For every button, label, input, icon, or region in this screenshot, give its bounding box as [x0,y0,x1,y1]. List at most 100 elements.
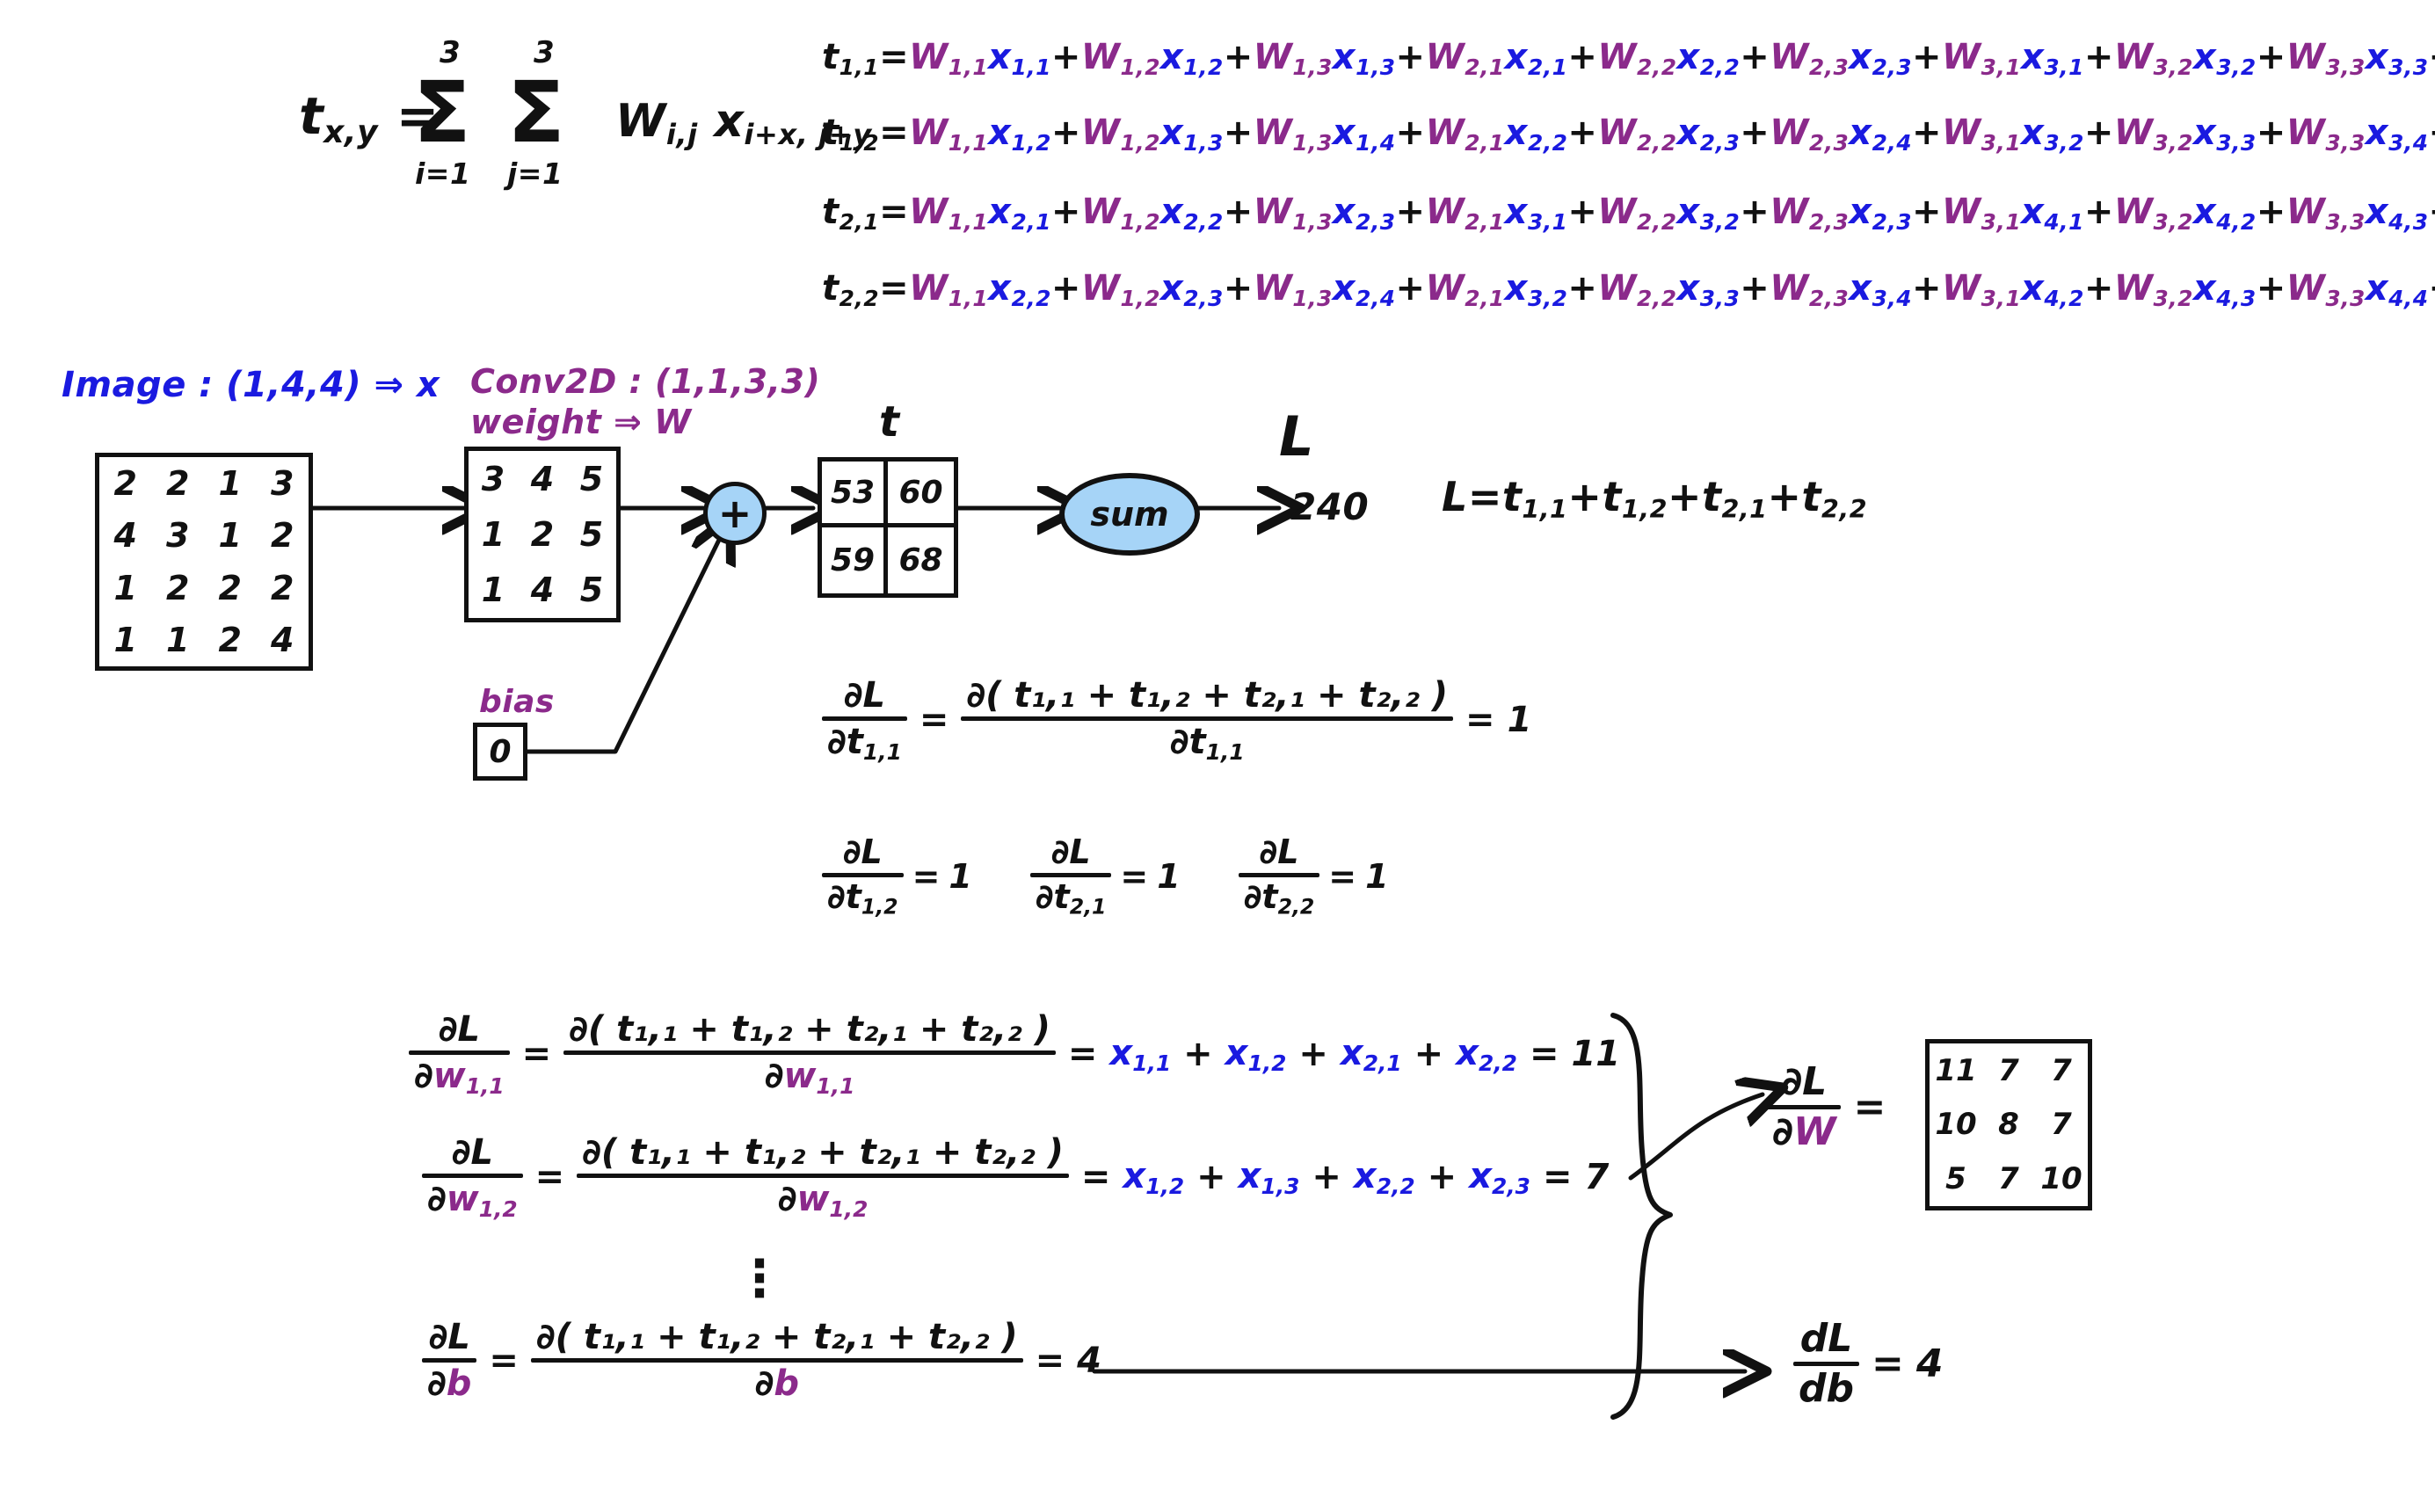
weight-term: W3,1 [1942,37,2021,80]
input-symbol: x [2021,268,2045,309]
dL-db-rhs-den: ∂b [750,1365,804,1402]
subscript: 2,3 [1808,54,1850,80]
expanded-equation-row: t2,1 = W1,1 x2,1 + W1,2 x2,2 + W1,3 x2,3 + … [822,192,2435,235]
formula-w: W [615,95,666,148]
dL-dw-rhs-den: ∂w1,1 [760,1058,861,1098]
weight-symbol: W [1425,268,1465,309]
input-symbol: x [988,192,1012,232]
formula-lhs-sub: x,y [323,114,379,151]
input-symbol: x [1225,1033,1248,1074]
subscript: 3,3 [2216,129,2257,156]
input-symbol: x [2365,37,2389,77]
subscript: 4,2 [2216,208,2257,235]
dL-dt-small-num: ∂L [1259,832,1299,871]
input-term: x4,2 [2193,192,2257,235]
t-matrix: 53 60 59 68 [818,457,958,598]
plus-sign: + [1395,37,1426,77]
input-symbol: x [1159,268,1184,309]
weight-term: W2,1 [1426,192,1505,235]
equation-lhs-symbol: t [822,113,840,153]
dL-dw-rhs-num: ∂( t₁,₁ + t₁,₂ + t₂,₁ + t₂,₂ ) [569,1009,1050,1050]
input-term: x2,2 [1354,1156,1415,1199]
dL-db-lhs-num: ∂L [428,1317,470,1357]
plus-sign: + [2256,113,2286,153]
dL-dw-lhs-den-w: w1,1 [432,1056,505,1099]
weight-term: W3,2 [2114,37,2193,80]
plus-sign: + [1196,1157,1226,1198]
dL-db-equals-1: = [489,1340,519,1381]
plus-symbol: + [717,490,752,537]
input-term: x2,2 [1505,113,1568,156]
matrix-value: 7 [1998,1052,2019,1088]
subscript: 3,4 [1872,285,1913,311]
matrix-value: 4 [271,621,294,660]
dL-dt-rhs-den: ∂t1,1 [1165,723,1250,764]
partial-symbol: ∂ [414,1056,433,1096]
subscript: 2,2 [1277,894,1315,920]
dL-dW-result-equation: ∂L ∂W = [1767,1061,1886,1152]
weight-term: W1,1 [909,113,988,156]
input-symbol: x [1504,113,1528,153]
plus-sign: + [1050,37,1081,77]
weight-symbol: W [1253,113,1293,153]
subscript: 2,3 [1872,54,1913,80]
subscript: 3,1 [2044,54,2084,80]
dL-dt-main-equation: ∂L ∂t1,1 = ∂( t₁,₁ + t₁,₂ + t₂,₁ + t₂,₂ … [822,677,1531,764]
dL-db-result-equation: dL db = 4 [1793,1318,1944,1409]
image-matrix: 2213431212221124 [95,453,313,671]
input-term: x2,2 [1456,1033,1517,1076]
t-matrix-value: 59 [830,542,876,578]
dL-dw-lhs-fraction: ∂L ∂w1,2 [422,1134,523,1221]
input-term: x2,1 [1505,37,1568,80]
weight-symbol: W [1080,268,1121,309]
subscript: 3,3 [2325,54,2366,80]
matrix-value: 7 [2051,1107,2072,1143]
input-symbol: x [2192,192,2217,232]
weight-symbol: W [2286,37,2326,77]
subscript: 2,2 [1637,129,1677,156]
input-symbol: x [2192,268,2217,309]
weight-symbol: W [1942,37,1981,77]
equals-sign: = [879,113,910,153]
sigma-2-bottom: j=1 [507,156,563,191]
weight-symbol: W [1253,192,1293,232]
input-symbol: x [1456,1033,1479,1074]
dL-dw-lhs-den: ∂w1,1 [409,1058,510,1098]
plus-sign: + [1050,113,1081,153]
matrix-value: 11 [1935,1052,1977,1088]
input-term: x3,2 [2021,113,2084,156]
weight-term: W1,3 [1254,37,1333,80]
plus-sign: + [1395,268,1426,309]
equals-sign: = [1328,857,1357,897]
weight-term: W2,1 [1426,113,1505,156]
weight-term: W1,2 [1081,192,1160,235]
subscript: 3,3 [2325,129,2366,156]
matrix-value: 1 [218,516,242,556]
dL-dt-small-den: ∂t1,2 [822,879,904,918]
weight-term: W3,2 [2114,192,2193,235]
matrix-value: 7 [2051,1052,2072,1088]
weight-symbol: W [1770,268,1809,309]
weight-term: W1,3 [1254,268,1333,311]
loss-value: 240 [1290,485,1370,528]
dL-db-lhs-den-b: b [446,1363,472,1404]
subscript: 2,2 [1376,1173,1415,1199]
input-symbol: x [2365,192,2389,232]
equals-sign: = [1529,1034,1559,1075]
dL-dt-small-fraction: ∂L ∂t2,2 [1238,832,1320,920]
subscript: 3,3 [2325,208,2366,235]
input-term: x2,4 [1849,113,1912,156]
input-term: x3,3 [2193,113,2257,156]
input-term: x1,3 [1160,113,1224,156]
dL-dt-rhs-den-sub: 1,1 [1205,738,1245,765]
input-symbol: x [1849,192,1872,232]
input-term: x1,4 [1333,113,1396,156]
input-symbol: x [2021,37,2045,77]
dL-dt-small-den: ∂t2,2 [1239,879,1320,920]
dL-db-result-value: 4 [1915,1341,1944,1387]
subscript: 3,4 [2388,129,2429,156]
subscript: 3,1 [1981,129,2022,156]
dL-dt-equals-1: = [919,700,949,741]
weight-symbol: W [1942,113,1981,153]
plus-sign: + [2429,268,2435,309]
